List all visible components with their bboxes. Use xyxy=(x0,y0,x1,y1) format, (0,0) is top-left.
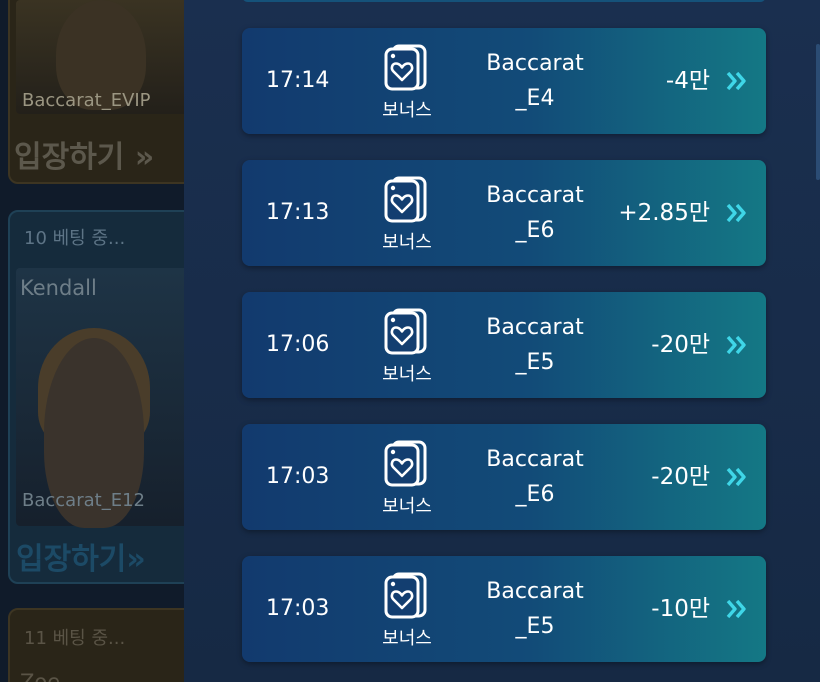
game-name: Baccarat _E4 xyxy=(470,46,600,116)
bet-history-row[interactable]: 17:03 보너스 Baccarat _E6 -20만 xyxy=(242,424,766,530)
double-chevron-right-icon[interactable] xyxy=(726,599,748,619)
bet-time: 17:06 xyxy=(266,332,330,357)
bonus-label: 보너스 xyxy=(382,496,432,517)
game-name-line1: Baccarat xyxy=(486,579,584,604)
bonus-label: 보너스 xyxy=(382,628,432,649)
bet-time: 17:14 xyxy=(266,68,330,93)
scrollbar[interactable] xyxy=(816,44,820,180)
dealer-photo xyxy=(16,268,184,528)
double-chevron-right-icon[interactable] xyxy=(726,71,748,91)
dealer-name: Kendall xyxy=(20,276,97,300)
game-name: Baccarat _E5 xyxy=(470,574,600,644)
enter-table-button[interactable]: 입장하기 » xyxy=(14,132,154,176)
double-chevron-right-icon[interactable] xyxy=(726,335,748,355)
bet-amount: -20만 xyxy=(651,464,710,490)
betting-status: 10 베팅 중... xyxy=(24,228,126,249)
game-name-line2: _E4 xyxy=(515,86,555,111)
heart-card-icon xyxy=(384,308,427,355)
lobby-table-card[interactable]: 11 베팅 중... Zoe xyxy=(8,608,184,682)
bet-amount: +2.85만 xyxy=(618,200,710,226)
lobby-background: Baccarat_EVIP 입장하기 » 10 베팅 중... Kendall … xyxy=(0,0,184,682)
game-name: Baccarat _E6 xyxy=(470,442,600,512)
previous-row-edge xyxy=(242,0,766,2)
bet-history-panel: 17:14 보너스 Baccarat _E4 -4만 17:13 보너스 Bac… xyxy=(184,0,820,682)
lobby-table-card[interactable]: Baccarat_EVIP 입장하기 » xyxy=(8,0,184,184)
heart-card-icon xyxy=(384,440,427,487)
bonus-label: 보너스 xyxy=(382,232,432,253)
game-name-line1: Baccarat xyxy=(486,447,584,472)
heart-card-icon xyxy=(384,44,427,91)
game-name-line2: _E5 xyxy=(515,350,555,375)
bet-amount: -10만 xyxy=(651,596,710,622)
bet-history-row[interactable]: 17:14 보너스 Baccarat _E4 -4만 xyxy=(242,28,766,134)
double-chevron-right-icon[interactable] xyxy=(726,203,748,223)
heart-card-icon xyxy=(384,176,427,223)
bet-time: 17:03 xyxy=(266,464,330,489)
lobby-table-card[interactable]: 10 베팅 중... Kendall Baccarat_E12 입장하기» xyxy=(8,210,184,584)
bet-amount: -20만 xyxy=(651,332,710,358)
game-name: Baccarat _E6 xyxy=(470,178,600,248)
table-name: Baccarat_EVIP xyxy=(22,90,151,111)
bet-amount: -4만 xyxy=(665,68,710,94)
table-name: Baccarat_E12 xyxy=(22,490,145,511)
bet-history-row[interactable]: 17:06 보너스 Baccarat _E5 -20만 xyxy=(242,292,766,398)
game-name-line2: _E6 xyxy=(515,482,555,507)
game-name-line2: _E5 xyxy=(515,614,555,639)
enter-table-button[interactable]: 입장하기» xyxy=(16,534,146,578)
heart-card-icon xyxy=(384,572,427,619)
game-name-line1: Baccarat xyxy=(486,183,584,208)
bet-time: 17:13 xyxy=(266,200,330,225)
game-name: Baccarat _E5 xyxy=(470,310,600,380)
game-name-line1: Baccarat xyxy=(486,315,584,340)
game-name-line2: _E6 xyxy=(515,218,555,243)
bonus-label: 보너스 xyxy=(382,100,432,121)
bet-history-row[interactable]: 17:03 보너스 Baccarat _E5 -10만 xyxy=(242,556,766,662)
bet-history-row[interactable]: 17:13 보너스 Baccarat _E6 +2.85만 xyxy=(242,160,766,266)
bet-time: 17:03 xyxy=(266,596,330,621)
game-name-line1: Baccarat xyxy=(486,51,584,76)
betting-status: 11 베팅 중... xyxy=(24,628,126,649)
dealer-name: Zoe xyxy=(20,670,61,682)
double-chevron-right-icon[interactable] xyxy=(726,467,748,487)
bonus-label: 보너스 xyxy=(382,364,432,385)
